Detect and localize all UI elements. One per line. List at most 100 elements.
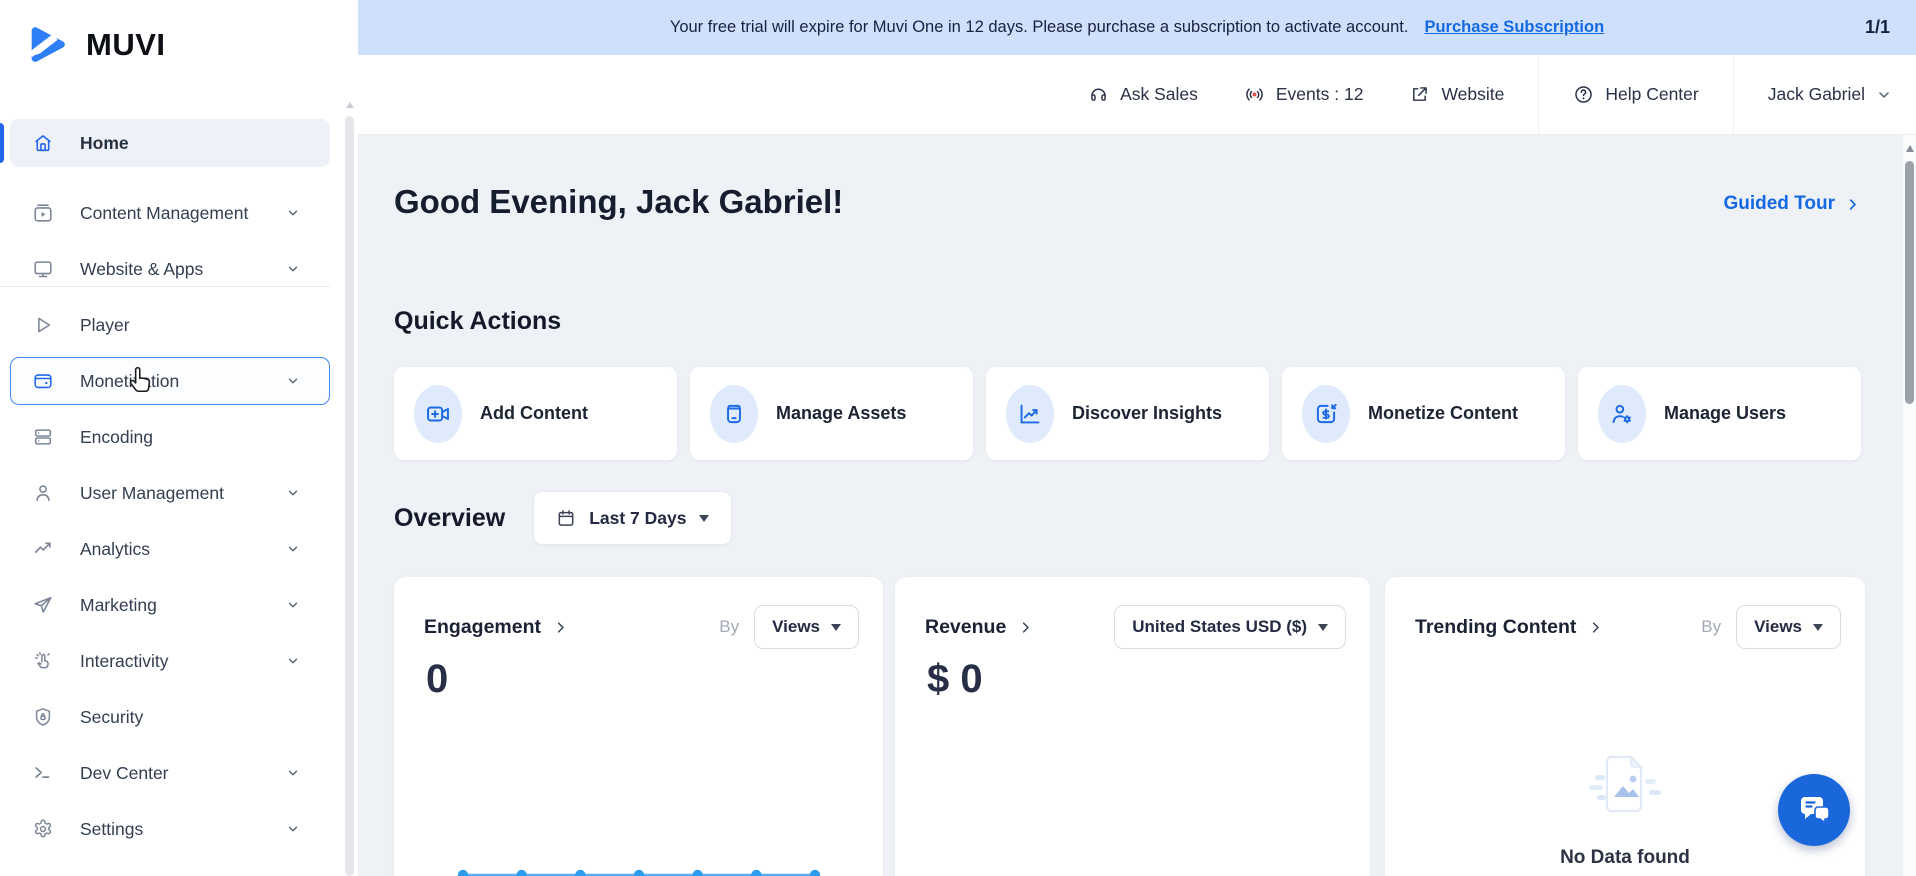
- external-link-icon: [1413, 87, 1428, 101]
- by-label: By: [1701, 617, 1722, 636]
- sidebar-item-settings[interactable]: Settings: [0, 801, 344, 857]
- add-content-card[interactable]: Add Content: [394, 367, 677, 460]
- engagement-filter-dropdown[interactable]: Views: [754, 605, 859, 649]
- events-button[interactable]: Events : 12: [1244, 84, 1363, 105]
- sidebar-scrollbar-thumb[interactable]: [345, 116, 354, 876]
- overview-title: Overview: [394, 503, 506, 532]
- sidebar-item-encoding[interactable]: Encoding: [0, 409, 344, 465]
- chat-widget-button[interactable]: [1778, 774, 1850, 846]
- chevron-down-icon: [288, 602, 298, 608]
- dropdown-caret-icon: [699, 514, 710, 522]
- revenue-card: Revenue United States USD ($) $ 0: [895, 577, 1370, 876]
- currency-dropdown[interactable]: United States USD ($): [1114, 605, 1346, 649]
- paper-plane-icon: [34, 596, 52, 613]
- sidebar-item-label: Dev Center: [80, 762, 169, 783]
- quick-action-label: Monetize Content: [1368, 403, 1518, 423]
- currency-value: United States USD ($): [1132, 617, 1307, 636]
- chevron-right-icon: [557, 621, 564, 633]
- calendar-icon: [558, 510, 574, 526]
- trending-filter-dropdown[interactable]: Views: [1736, 605, 1841, 649]
- sidebar-item-label: Settings: [80, 818, 144, 839]
- dollar-in-icon: [1316, 403, 1337, 423]
- muvi-logo[interactable]: MUVI: [28, 24, 166, 65]
- quick-action-label: Manage Users: [1664, 403, 1787, 423]
- monetize-content-card[interactable]: Monetize Content: [1282, 367, 1565, 460]
- date-range-value: Last 7 Days: [589, 507, 687, 528]
- trending-card-link[interactable]: Trending Content: [1415, 616, 1603, 639]
- terminal-icon: [35, 767, 50, 778]
- dropdown-caret-icon: [831, 623, 841, 631]
- user-gear-icon: [1612, 404, 1631, 423]
- sidebar-item-interactivity[interactable]: Interactivity: [0, 633, 344, 689]
- scroll-up-arrow-icon: [1905, 145, 1914, 152]
- trial-message: Your free trial will expire for Muvi One…: [669, 18, 1409, 36]
- sidebar-item-marketing[interactable]: Marketing: [0, 577, 344, 633]
- header-divider: [1538, 54, 1540, 135]
- revenue-title: Revenue: [925, 615, 1007, 638]
- chevron-down-icon: [288, 210, 298, 216]
- revenue-card-link[interactable]: Revenue: [925, 616, 1033, 639]
- banner-pagination: 1/1: [1864, 17, 1890, 37]
- sidebar-item-label: Content Management: [80, 202, 249, 223]
- manage-assets-card[interactable]: Manage Assets: [690, 367, 973, 460]
- trending-title: Trending Content: [1415, 615, 1577, 638]
- sidebar-item-home[interactable]: Home: [0, 115, 344, 171]
- chat-bubbles-icon: [1801, 797, 1830, 825]
- sidebar: MUVI Home Content Management Website & A…: [0, 0, 358, 876]
- website-label: Website: [1441, 84, 1505, 104]
- help-center-button[interactable]: Help Center: [1573, 84, 1699, 105]
- help-center-label: Help Center: [1605, 84, 1699, 104]
- sidebar-item-user-management[interactable]: User Management: [0, 465, 344, 521]
- overview-cards: Engagement By Views 0 Revenue United Sta…: [358, 577, 1904, 876]
- chevron-down-icon: [288, 266, 298, 272]
- sidebar-item-label: Security: [80, 706, 144, 727]
- sidebar-item-content-management[interactable]: Content Management: [0, 185, 344, 241]
- user-menu[interactable]: Jack Gabriel: [1768, 84, 1892, 105]
- user-icon: [36, 485, 50, 502]
- top-header: Ask Sales Events : 12 Website Help Cente…: [358, 54, 1916, 135]
- guided-tour-link[interactable]: Guided Tour: [1723, 193, 1860, 215]
- sidebar-item-dev-center[interactable]: Dev Center: [0, 745, 344, 801]
- website-button[interactable]: Website: [1409, 84, 1504, 105]
- sidebar-item-analytics[interactable]: Analytics: [0, 521, 344, 577]
- greeting-title: Good Evening, Jack Gabriel!: [394, 183, 844, 220]
- live-broadcast-icon: [1246, 88, 1263, 101]
- chevron-right-icon: [1593, 621, 1600, 633]
- page-scrollbar[interactable]: [1903, 135, 1916, 876]
- trending-filter-value: Views: [1754, 617, 1802, 636]
- chevron-down-icon: [288, 490, 298, 496]
- engagement-card-link[interactable]: Engagement: [424, 616, 568, 639]
- ask-sales-label: Ask Sales: [1120, 84, 1198, 104]
- page-scrollbar-thumb[interactable]: [1905, 161, 1914, 404]
- chevron-down-icon: [288, 546, 298, 552]
- sidebar-scrollbar[interactable]: [344, 96, 356, 876]
- chevron-right-icon: [1023, 621, 1030, 633]
- revenue-value: $ 0: [927, 657, 983, 701]
- user-name: Jack Gabriel: [1767, 84, 1865, 104]
- purchase-subscription-link[interactable]: Purchase Subscription: [1424, 18, 1604, 37]
- sidebar-nav: Home Content Management Website & Apps P…: [0, 115, 344, 857]
- manage-users-card[interactable]: Manage Users: [1578, 367, 1861, 460]
- sidebar-item-security[interactable]: Security: [0, 689, 344, 745]
- sidebar-item-label: Encoding: [80, 426, 153, 447]
- header-divider: [1732, 54, 1734, 135]
- scroll-up-arrow-icon: [346, 102, 354, 108]
- headphones-icon: [1091, 88, 1106, 101]
- engagement-card: Engagement By Views 0: [394, 577, 883, 876]
- chart-line-icon: [1020, 404, 1040, 423]
- overview-row: Overview Last 7 Days: [394, 491, 733, 545]
- sidebar-item-label: Analytics: [80, 538, 151, 559]
- chevron-down-icon: [288, 826, 298, 832]
- chevron-right-icon: [1849, 198, 1856, 210]
- date-range-dropdown[interactable]: Last 7 Days: [533, 491, 733, 545]
- sidebar-item-website-apps[interactable]: Website & Apps: [0, 241, 344, 297]
- sidebar-item-label: Monetization: [80, 370, 180, 391]
- main-content: Good Evening, Jack Gabriel! Guided Tour …: [358, 135, 1904, 876]
- sidebar-item-monetization[interactable]: Monetization: [0, 353, 344, 409]
- ask-sales-button[interactable]: Ask Sales: [1088, 84, 1198, 105]
- no-data-image-icon: [1589, 755, 1661, 812]
- sidebar-item-player[interactable]: Player: [0, 297, 344, 353]
- sidebar-item-label: Interactivity: [80, 650, 169, 671]
- discover-insights-card[interactable]: Discover Insights: [986, 367, 1269, 460]
- sidebar-item-label: Website & Apps: [80, 258, 204, 279]
